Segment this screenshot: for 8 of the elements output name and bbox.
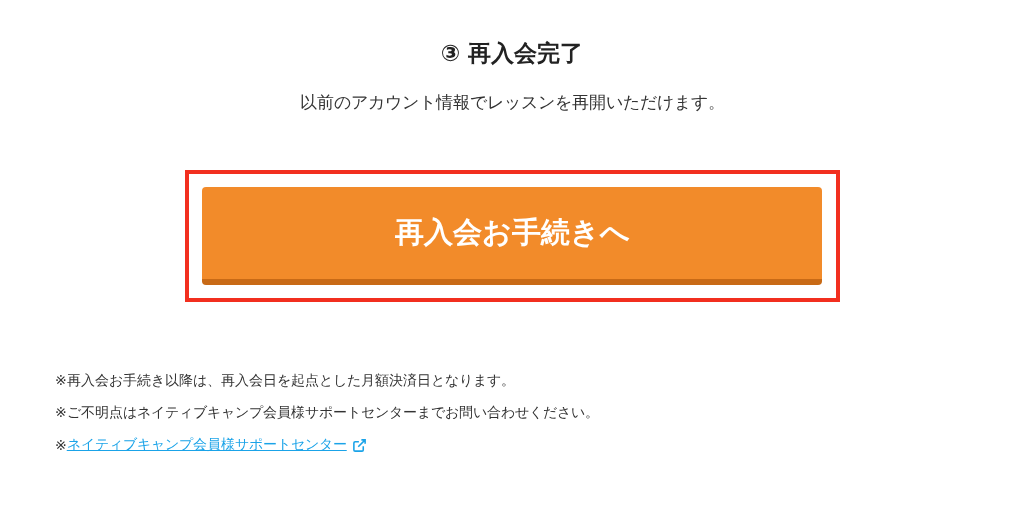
- external-link-icon: [351, 437, 367, 453]
- rejoin-button[interactable]: 再入会お手続きへ: [202, 187, 822, 285]
- heading: ③ 再入会完了: [440, 39, 584, 68]
- note-text: ※ご不明点はネイティブキャンプ会員様サポートセンターまでお問い合わせください。: [55, 404, 599, 422]
- support-link[interactable]: ネイティブキャンプ会員様サポートセンター: [66, 436, 347, 454]
- subtitle: 以前のアカウント情報でレッスンを再開いただけます。: [299, 91, 725, 114]
- note-text: ※再入会お手続き以降は、再入会日を起点とした月額決済日となります。: [55, 372, 515, 390]
- note-mark: ※: [55, 437, 67, 453]
